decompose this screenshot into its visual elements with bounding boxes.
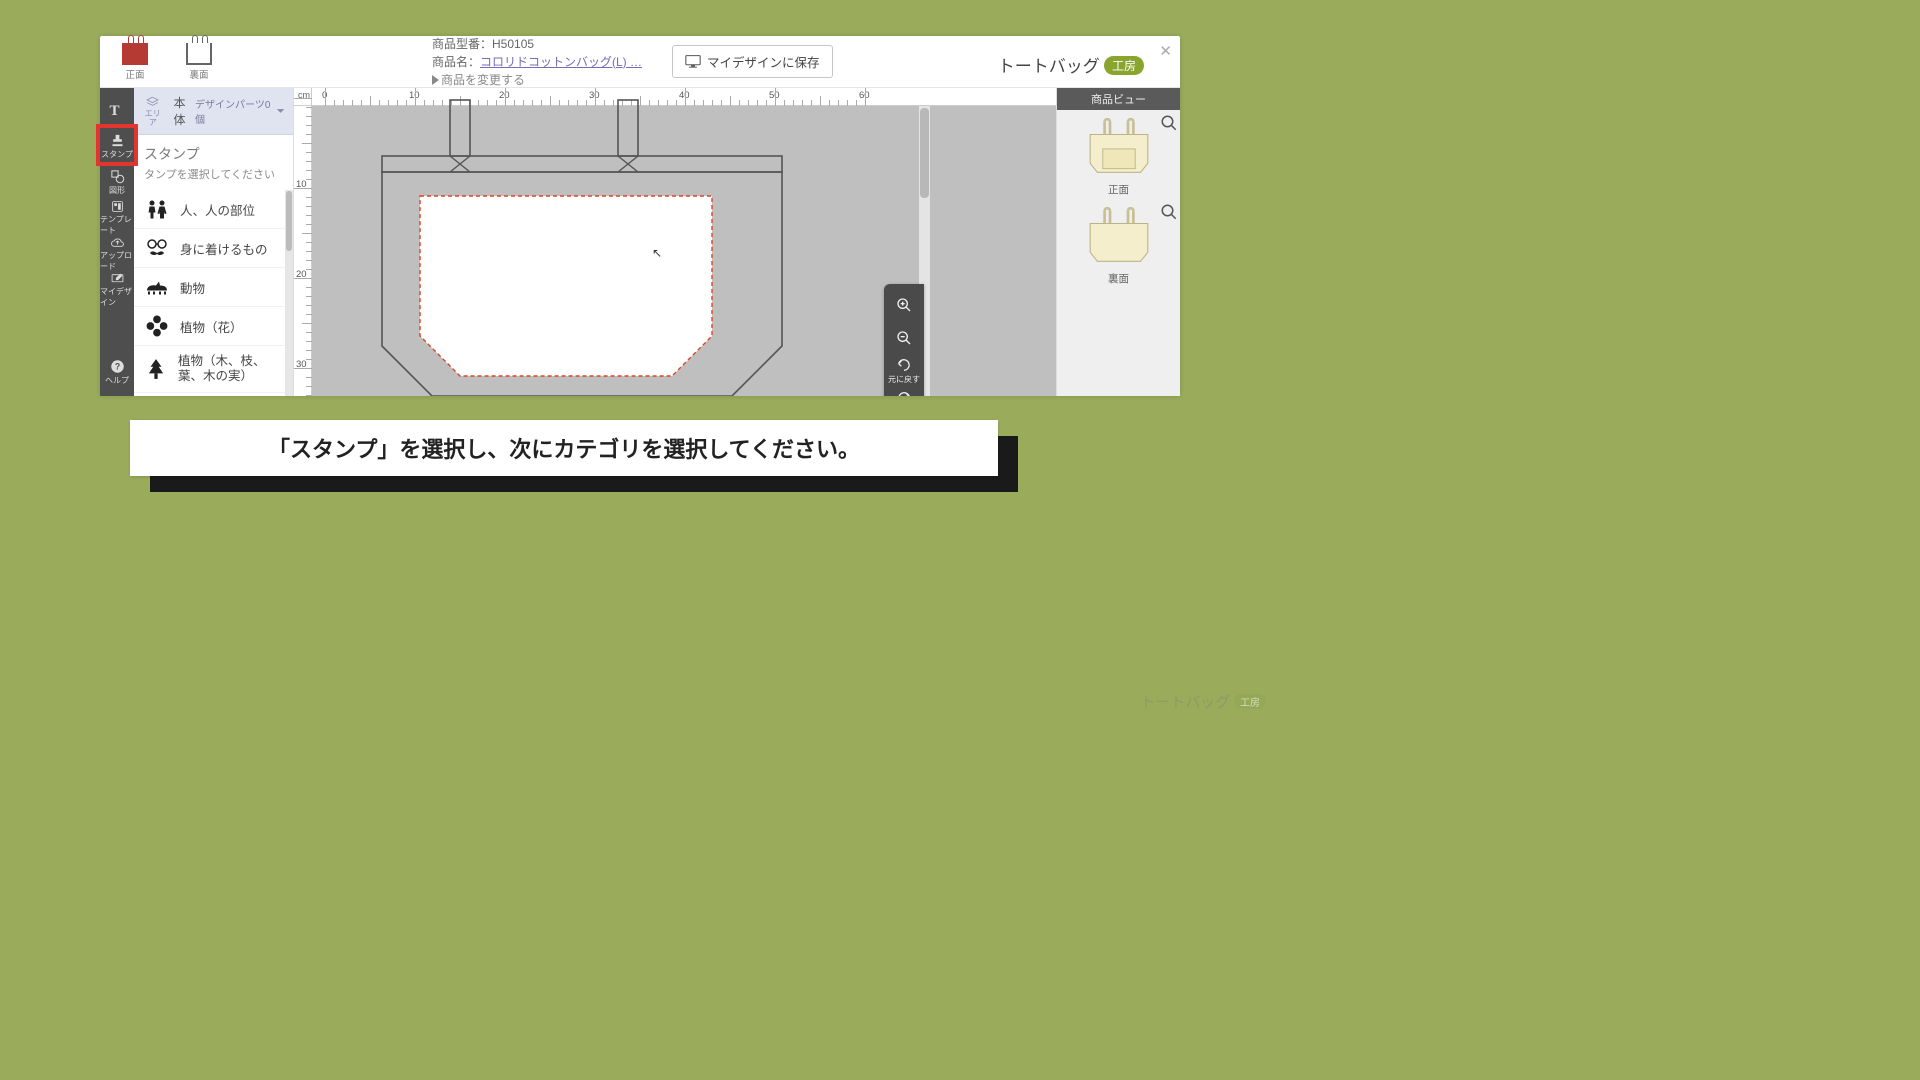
preview-front-thumb: [1083, 118, 1155, 178]
preview-back[interactable]: 裏面: [1057, 199, 1180, 288]
magnify-icon[interactable]: [1160, 203, 1178, 221]
cat-label: 身に着けるもの: [180, 239, 268, 258]
cat-label: 人、人の部位: [180, 200, 255, 219]
tool-column: T スタンプ 図形 テンプレート アップロード マイデザイン: [100, 88, 134, 396]
name-label: 商品名：: [432, 55, 480, 69]
panel-scrollbar[interactable]: [285, 190, 293, 396]
area-icon: エリア: [142, 96, 164, 127]
undo-button[interactable]: 元に戻す: [888, 356, 920, 386]
tool-template[interactable]: テンプレート: [100, 200, 134, 236]
stamp-panel-note: タンプを選択してください: [134, 166, 293, 190]
product-view-sidebar: 商品ビュー 正面 裏面: [1056, 88, 1180, 396]
zoom-in-button[interactable]: [888, 290, 920, 320]
main-area: T スタンプ 図形 テンプレート アップロード マイデザイン: [100, 88, 1180, 396]
help-icon: ?: [110, 359, 125, 374]
instruction-caption: 「スタンプ」を選択し、次にカテゴリを選択してください。: [130, 420, 998, 476]
bag-front-icon: [122, 43, 148, 65]
preview-back-label: 裏面: [1063, 271, 1174, 286]
product-name-link[interactable]: コロリドコットンバッグ(L) …: [480, 55, 642, 69]
tree-icon: [144, 358, 168, 380]
cat-flower[interactable]: 植物（花）: [134, 307, 285, 346]
cat-animal[interactable]: 動物: [134, 268, 285, 307]
people-icon: [144, 198, 170, 220]
undo-icon: [896, 357, 912, 373]
canvas-area: cm 0 10 20 30 40 50 60 10 20 30: [294, 88, 1056, 396]
topbar: 正面 裏面 商品型番：H50105 商品名：コロリドコットンバッグ(L) … 商…: [100, 36, 1180, 88]
cat-wear[interactable]: 身に着けるもの: [134, 229, 285, 268]
face-front-label: 正面: [125, 67, 144, 81]
face-front-button[interactable]: 正面: [112, 43, 158, 81]
cat-icon: [144, 276, 170, 298]
preview-front-label: 正面: [1063, 182, 1174, 197]
cat-label: 動物: [180, 278, 205, 297]
magnify-icon[interactable]: [1160, 114, 1178, 132]
bag-back-icon: [186, 43, 212, 65]
shape-icon: [110, 169, 125, 184]
tool-text[interactable]: T: [100, 92, 134, 128]
tool-shape[interactable]: 図形: [100, 164, 134, 200]
play-icon: [432, 75, 439, 85]
panel-head[interactable]: エリア 本体 デザインパーツ0個: [134, 88, 293, 135]
cat-people[interactable]: 人、人の部位: [134, 190, 285, 229]
flower-icon: [144, 315, 170, 337]
model-label: 商品型番：: [432, 37, 492, 51]
zoom-out-button[interactable]: [888, 323, 920, 353]
cat-label: 植物（花）: [180, 317, 243, 336]
bag-outline: [342, 96, 842, 396]
stamp-highlight-box: [96, 124, 138, 166]
cat-tree[interactable]: 植物（木、枝、葉、木の実）: [134, 346, 285, 393]
watermark: トートバッグ 工房: [1140, 691, 1266, 712]
design-editor-window: 正面 裏面 商品型番：H50105 商品名：コロリドコットンバッグ(L) … 商…: [100, 36, 1180, 396]
face-back-label: 裏面: [189, 67, 208, 81]
stamp-panel-title: スタンプ: [134, 135, 293, 166]
glasses-mustache-icon: [144, 237, 170, 259]
monitor-icon: [685, 55, 701, 68]
mydesign-icon: [110, 272, 125, 285]
parts-count: デザインパーツ0個: [195, 96, 273, 126]
product-info: 商品型番：H50105 商品名：コロリドコットンバッグ(L) … 商品を変更する: [432, 35, 642, 89]
close-icon[interactable]: ✕: [1159, 42, 1172, 60]
side-panel: エリア 本体 デザインパーツ0個 スタンプ タンプを選択してください 人、人の部…: [134, 88, 294, 396]
zoom-out-icon: [896, 330, 912, 346]
preview-front[interactable]: 正面: [1057, 110, 1180, 199]
redo-icon: [896, 390, 912, 396]
upload-icon: [110, 236, 125, 249]
mouse-cursor-icon: ↖: [652, 246, 662, 260]
product-view-head: 商品ビュー: [1057, 88, 1180, 110]
stamp-category-list: 人、人の部位 身に着けるもの 動物 植物（花） 植物（木、枝、葉、木の実）: [134, 190, 285, 396]
ruler-vertical: 10 20 30: [294, 106, 312, 396]
canvas-tool-dock: 元に戻す やり直し 配置: [884, 284, 924, 396]
panel-title: 本体: [174, 94, 196, 128]
text-icon: T: [110, 103, 125, 118]
save-to-mydesign-button[interactable]: マイデザインに保存: [672, 45, 833, 78]
chevron-down-icon: [276, 106, 285, 116]
face-back-button[interactable]: 裏面: [176, 43, 222, 81]
tool-help[interactable]: ? ヘルプ: [100, 354, 134, 390]
cat-label: 植物（木、枝、葉、木の実）: [178, 354, 275, 384]
tool-upload[interactable]: アップロード: [100, 236, 134, 272]
design-canvas[interactable]: ↖: [312, 106, 1056, 396]
change-product-link[interactable]: 商品を変更する: [432, 71, 642, 89]
template-icon: [110, 200, 125, 213]
tool-mydesign[interactable]: マイデザイン: [100, 272, 134, 308]
preview-back-thumb: [1083, 207, 1155, 267]
brand-logo: トートバッグ 工房: [998, 52, 1144, 77]
model-value: H50105: [492, 37, 534, 51]
redo-button[interactable]: やり直し: [888, 389, 920, 396]
cat-nature[interactable]: 自然、昆虫: [134, 393, 285, 396]
zoom-in-icon: [896, 297, 912, 313]
svg-text:?: ?: [114, 361, 119, 371]
